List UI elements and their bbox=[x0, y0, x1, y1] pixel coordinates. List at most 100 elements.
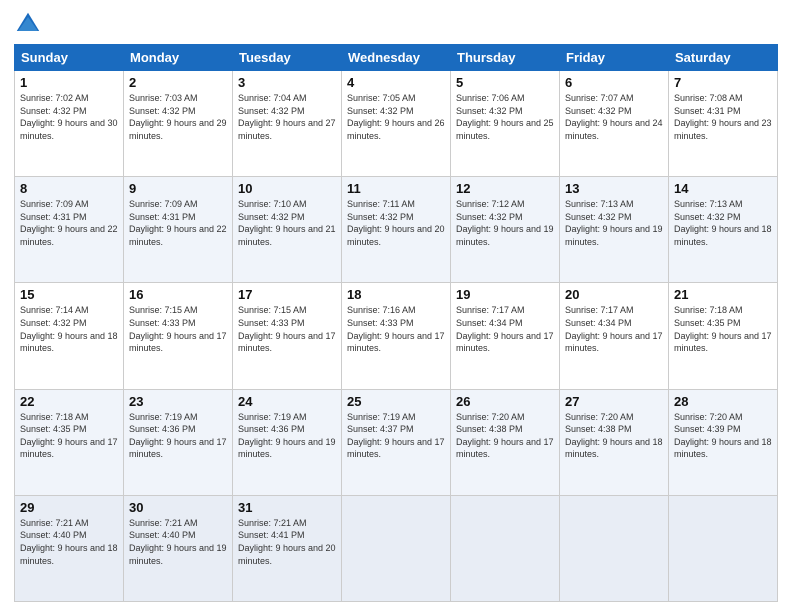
calendar-cell: 23 Sunrise: 7:19 AMSunset: 4:36 PMDaylig… bbox=[124, 389, 233, 495]
cell-info: Sunrise: 7:21 AMSunset: 4:40 PMDaylight:… bbox=[129, 518, 227, 566]
cell-info: Sunrise: 7:14 AMSunset: 4:32 PMDaylight:… bbox=[20, 305, 118, 353]
day-number: 4 bbox=[347, 75, 445, 90]
calendar-cell: 4 Sunrise: 7:05 AMSunset: 4:32 PMDayligh… bbox=[342, 71, 451, 177]
day-number: 28 bbox=[674, 394, 772, 409]
cell-info: Sunrise: 7:13 AMSunset: 4:32 PMDaylight:… bbox=[565, 199, 663, 247]
day-of-week-header: Tuesday bbox=[233, 45, 342, 71]
logo bbox=[14, 10, 46, 38]
calendar-cell: 26 Sunrise: 7:20 AMSunset: 4:38 PMDaylig… bbox=[451, 389, 560, 495]
day-number: 17 bbox=[238, 287, 336, 302]
day-number: 29 bbox=[20, 500, 118, 515]
cell-info: Sunrise: 7:18 AMSunset: 4:35 PMDaylight:… bbox=[20, 412, 118, 460]
calendar-cell bbox=[342, 495, 451, 601]
cell-info: Sunrise: 7:11 AMSunset: 4:32 PMDaylight:… bbox=[347, 199, 445, 247]
day-number: 18 bbox=[347, 287, 445, 302]
day-number: 20 bbox=[565, 287, 663, 302]
calendar-cell: 31 Sunrise: 7:21 AMSunset: 4:41 PMDaylig… bbox=[233, 495, 342, 601]
calendar-table: SundayMondayTuesdayWednesdayThursdayFrid… bbox=[14, 44, 778, 602]
cell-info: Sunrise: 7:07 AMSunset: 4:32 PMDaylight:… bbox=[565, 93, 663, 141]
day-number: 31 bbox=[238, 500, 336, 515]
calendar-cell: 8 Sunrise: 7:09 AMSunset: 4:31 PMDayligh… bbox=[15, 177, 124, 283]
cell-info: Sunrise: 7:19 AMSunset: 4:36 PMDaylight:… bbox=[238, 412, 336, 460]
day-number: 25 bbox=[347, 394, 445, 409]
calendar-cell: 28 Sunrise: 7:20 AMSunset: 4:39 PMDaylig… bbox=[669, 389, 778, 495]
day-number: 1 bbox=[20, 75, 118, 90]
day-number: 11 bbox=[347, 181, 445, 196]
cell-info: Sunrise: 7:16 AMSunset: 4:33 PMDaylight:… bbox=[347, 305, 445, 353]
calendar-cell: 13 Sunrise: 7:13 AMSunset: 4:32 PMDaylig… bbox=[560, 177, 669, 283]
calendar-cell: 7 Sunrise: 7:08 AMSunset: 4:31 PMDayligh… bbox=[669, 71, 778, 177]
calendar-cell: 25 Sunrise: 7:19 AMSunset: 4:37 PMDaylig… bbox=[342, 389, 451, 495]
cell-info: Sunrise: 7:04 AMSunset: 4:32 PMDaylight:… bbox=[238, 93, 336, 141]
day-of-week-header: Saturday bbox=[669, 45, 778, 71]
calendar-cell: 21 Sunrise: 7:18 AMSunset: 4:35 PMDaylig… bbox=[669, 283, 778, 389]
day-number: 14 bbox=[674, 181, 772, 196]
calendar-cell: 17 Sunrise: 7:15 AMSunset: 4:33 PMDaylig… bbox=[233, 283, 342, 389]
calendar-cell: 5 Sunrise: 7:06 AMSunset: 4:32 PMDayligh… bbox=[451, 71, 560, 177]
cell-info: Sunrise: 7:10 AMSunset: 4:32 PMDaylight:… bbox=[238, 199, 336, 247]
cell-info: Sunrise: 7:18 AMSunset: 4:35 PMDaylight:… bbox=[674, 305, 772, 353]
cell-info: Sunrise: 7:19 AMSunset: 4:36 PMDaylight:… bbox=[129, 412, 227, 460]
cell-info: Sunrise: 7:09 AMSunset: 4:31 PMDaylight:… bbox=[129, 199, 227, 247]
calendar-cell: 2 Sunrise: 7:03 AMSunset: 4:32 PMDayligh… bbox=[124, 71, 233, 177]
calendar-cell: 15 Sunrise: 7:14 AMSunset: 4:32 PMDaylig… bbox=[15, 283, 124, 389]
calendar-cell: 19 Sunrise: 7:17 AMSunset: 4:34 PMDaylig… bbox=[451, 283, 560, 389]
day-of-week-header: Sunday bbox=[15, 45, 124, 71]
calendar-cell bbox=[451, 495, 560, 601]
day-number: 26 bbox=[456, 394, 554, 409]
cell-info: Sunrise: 7:06 AMSunset: 4:32 PMDaylight:… bbox=[456, 93, 554, 141]
day-number: 24 bbox=[238, 394, 336, 409]
cell-info: Sunrise: 7:21 AMSunset: 4:40 PMDaylight:… bbox=[20, 518, 118, 566]
calendar-cell: 10 Sunrise: 7:10 AMSunset: 4:32 PMDaylig… bbox=[233, 177, 342, 283]
day-number: 7 bbox=[674, 75, 772, 90]
calendar-cell: 6 Sunrise: 7:07 AMSunset: 4:32 PMDayligh… bbox=[560, 71, 669, 177]
cell-info: Sunrise: 7:19 AMSunset: 4:37 PMDaylight:… bbox=[347, 412, 445, 460]
header bbox=[14, 10, 778, 38]
day-number: 13 bbox=[565, 181, 663, 196]
calendar-cell: 20 Sunrise: 7:17 AMSunset: 4:34 PMDaylig… bbox=[560, 283, 669, 389]
day-number: 27 bbox=[565, 394, 663, 409]
cell-info: Sunrise: 7:21 AMSunset: 4:41 PMDaylight:… bbox=[238, 518, 336, 566]
calendar-cell: 14 Sunrise: 7:13 AMSunset: 4:32 PMDaylig… bbox=[669, 177, 778, 283]
calendar-cell: 1 Sunrise: 7:02 AMSunset: 4:32 PMDayligh… bbox=[15, 71, 124, 177]
cell-info: Sunrise: 7:20 AMSunset: 4:38 PMDaylight:… bbox=[456, 412, 554, 460]
calendar-cell: 24 Sunrise: 7:19 AMSunset: 4:36 PMDaylig… bbox=[233, 389, 342, 495]
cell-info: Sunrise: 7:15 AMSunset: 4:33 PMDaylight:… bbox=[129, 305, 227, 353]
day-number: 3 bbox=[238, 75, 336, 90]
calendar-cell: 22 Sunrise: 7:18 AMSunset: 4:35 PMDaylig… bbox=[15, 389, 124, 495]
calendar-cell bbox=[669, 495, 778, 601]
day-number: 19 bbox=[456, 287, 554, 302]
cell-info: Sunrise: 7:02 AMSunset: 4:32 PMDaylight:… bbox=[20, 93, 118, 141]
cell-info: Sunrise: 7:13 AMSunset: 4:32 PMDaylight:… bbox=[674, 199, 772, 247]
day-number: 5 bbox=[456, 75, 554, 90]
day-number: 9 bbox=[129, 181, 227, 196]
cell-info: Sunrise: 7:20 AMSunset: 4:38 PMDaylight:… bbox=[565, 412, 663, 460]
calendar-cell: 27 Sunrise: 7:20 AMSunset: 4:38 PMDaylig… bbox=[560, 389, 669, 495]
cell-info: Sunrise: 7:17 AMSunset: 4:34 PMDaylight:… bbox=[565, 305, 663, 353]
day-number: 2 bbox=[129, 75, 227, 90]
calendar-cell bbox=[560, 495, 669, 601]
cell-info: Sunrise: 7:03 AMSunset: 4:32 PMDaylight:… bbox=[129, 93, 227, 141]
calendar-cell: 9 Sunrise: 7:09 AMSunset: 4:31 PMDayligh… bbox=[124, 177, 233, 283]
calendar-cell: 29 Sunrise: 7:21 AMSunset: 4:40 PMDaylig… bbox=[15, 495, 124, 601]
day-number: 22 bbox=[20, 394, 118, 409]
day-number: 10 bbox=[238, 181, 336, 196]
day-number: 21 bbox=[674, 287, 772, 302]
day-number: 15 bbox=[20, 287, 118, 302]
day-of-week-header: Thursday bbox=[451, 45, 560, 71]
cell-info: Sunrise: 7:20 AMSunset: 4:39 PMDaylight:… bbox=[674, 412, 772, 460]
cell-info: Sunrise: 7:12 AMSunset: 4:32 PMDaylight:… bbox=[456, 199, 554, 247]
cell-info: Sunrise: 7:17 AMSunset: 4:34 PMDaylight:… bbox=[456, 305, 554, 353]
day-number: 6 bbox=[565, 75, 663, 90]
calendar-cell: 18 Sunrise: 7:16 AMSunset: 4:33 PMDaylig… bbox=[342, 283, 451, 389]
day-number: 16 bbox=[129, 287, 227, 302]
day-number: 12 bbox=[456, 181, 554, 196]
cell-info: Sunrise: 7:05 AMSunset: 4:32 PMDaylight:… bbox=[347, 93, 445, 141]
day-number: 8 bbox=[20, 181, 118, 196]
logo-icon bbox=[14, 10, 42, 38]
calendar-cell: 16 Sunrise: 7:15 AMSunset: 4:33 PMDaylig… bbox=[124, 283, 233, 389]
day-number: 23 bbox=[129, 394, 227, 409]
calendar-cell: 11 Sunrise: 7:11 AMSunset: 4:32 PMDaylig… bbox=[342, 177, 451, 283]
calendar-cell: 3 Sunrise: 7:04 AMSunset: 4:32 PMDayligh… bbox=[233, 71, 342, 177]
cell-info: Sunrise: 7:15 AMSunset: 4:33 PMDaylight:… bbox=[238, 305, 336, 353]
